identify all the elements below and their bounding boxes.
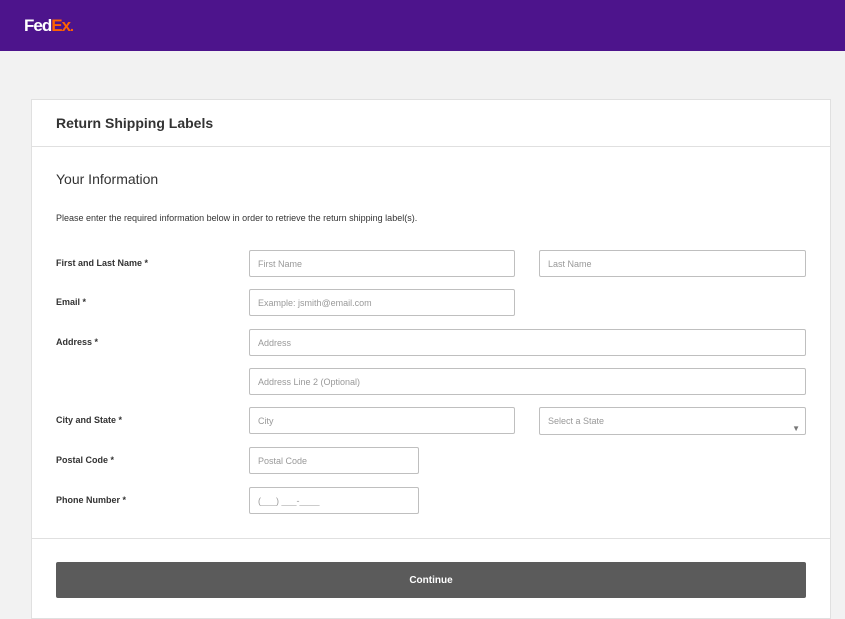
first-name-input[interactable]: [249, 250, 515, 277]
email-input[interactable]: [249, 289, 515, 316]
chevron-down-icon: ▼: [792, 424, 800, 433]
state-select-value: Select a State: [548, 416, 605, 426]
fedex-logo[interactable]: FedEx.: [24, 16, 74, 35]
card-title: Return Shipping Labels: [56, 115, 214, 131]
state-select[interactable]: Select a State ▼: [539, 407, 806, 435]
postal-code-label: Postal Code *: [56, 455, 115, 465]
footer-divider: [32, 538, 830, 539]
address-line2-input[interactable]: [249, 368, 806, 395]
address-input[interactable]: [249, 329, 806, 356]
section-title: Your Information: [56, 171, 159, 187]
logo-ex-text: Ex: [51, 16, 71, 35]
return-labels-card: Return Shipping Labels Your Information …: [31, 99, 831, 619]
continue-button[interactable]: Continue: [56, 562, 806, 598]
city-input[interactable]: [249, 407, 515, 434]
instructions-text: Please enter the required information be…: [56, 213, 418, 223]
postal-code-input[interactable]: [249, 447, 419, 474]
logo-fed-text: Fed: [24, 16, 52, 35]
logo-dot: .: [70, 18, 74, 34]
address-label: Address *: [56, 337, 99, 347]
title-divider: [32, 146, 830, 147]
top-header-bar: FedEx.: [0, 0, 845, 51]
last-name-input[interactable]: [539, 250, 806, 277]
phone-input[interactable]: [249, 487, 419, 514]
name-label: First and Last Name *: [56, 258, 149, 268]
phone-label: Phone Number *: [56, 495, 127, 505]
email-label: Email *: [56, 297, 87, 307]
city-state-label: City and State *: [56, 415, 123, 425]
